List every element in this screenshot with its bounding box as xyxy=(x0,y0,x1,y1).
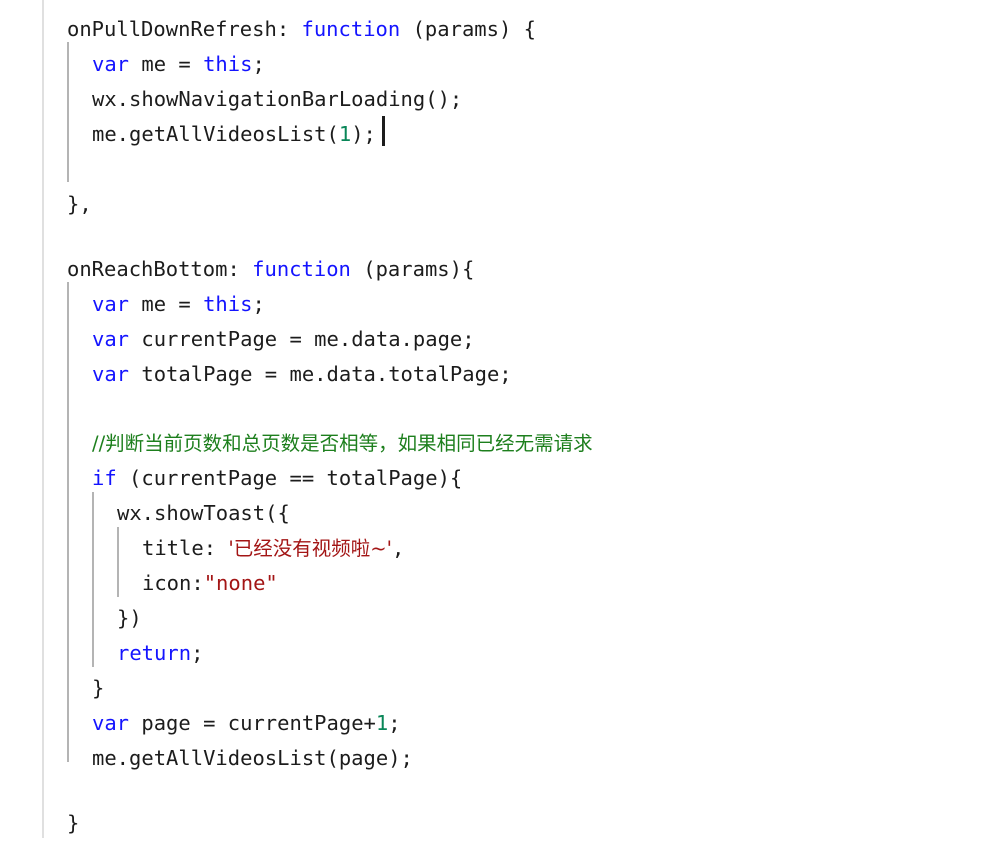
code-token-plain: (params){ xyxy=(350,257,475,281)
code-token-plain: } xyxy=(67,811,80,835)
indent-guide xyxy=(67,282,69,762)
gutter-rule xyxy=(42,0,44,838)
code-token-keyword: var xyxy=(92,292,130,316)
code-line[interactable]: var totalPage = me.data.totalPage; xyxy=(92,357,512,392)
text-caret xyxy=(382,116,385,146)
code-line[interactable]: }) xyxy=(117,601,142,636)
code-token-keyword: if xyxy=(92,466,117,490)
code-token-plain: ; xyxy=(252,52,265,76)
code-token-number: 1 xyxy=(338,122,352,146)
code-token-plain: me = xyxy=(129,292,204,316)
code-token-keyword: var xyxy=(92,711,130,735)
code-token-plain: wx.showNavigationBarLoading(); xyxy=(92,87,463,111)
code-token-keyword: function xyxy=(301,17,401,41)
code-line[interactable]: var page = currentPage+1; xyxy=(92,706,401,741)
indent-guide xyxy=(117,527,119,597)
code-token-plain: ; xyxy=(191,641,204,665)
code-line[interactable]: } xyxy=(67,806,79,841)
code-line[interactable]: onPullDownRefresh: function (params) { xyxy=(67,12,536,47)
code-token-plain: ); xyxy=(351,122,376,146)
code-token-keyword: var xyxy=(92,327,130,351)
code-line[interactable]: icon:"none" xyxy=(142,566,278,601)
indent-guide xyxy=(67,42,69,182)
code-token-plain: ; xyxy=(388,711,401,735)
code-line[interactable]: title: '已经没有视频啦~', xyxy=(142,531,404,566)
code-token-plain: } xyxy=(92,676,105,700)
code-line[interactable]: var currentPage = me.data.page; xyxy=(92,322,475,357)
code-token-keyword: return xyxy=(117,641,192,665)
code-token-plain: me.getAllVideosList(page); xyxy=(92,746,413,770)
code-token-plain: icon: xyxy=(142,571,204,595)
code-token-string: "none" xyxy=(203,571,278,595)
code-token-plain: title: xyxy=(142,536,229,560)
code-token-plain: me = xyxy=(129,52,204,76)
code-token-plain: wx.showToast({ xyxy=(117,501,290,525)
code-line[interactable]: var me = this; xyxy=(92,287,265,322)
code-token-plain: totalPage = me.data.totalPage; xyxy=(129,362,512,386)
code-line[interactable]: me.getAllVideosList(1); xyxy=(92,117,376,152)
code-token-keyword: var xyxy=(92,52,130,76)
code-token-keyword: this xyxy=(203,52,253,76)
code-token-plain: (params) { xyxy=(400,17,537,41)
code-line[interactable]: onReachBottom: function (params){ xyxy=(67,252,474,287)
code-line[interactable]: }, xyxy=(67,187,92,222)
code-line[interactable]: } xyxy=(92,671,104,706)
code-token-string: '已经没有视频啦~' xyxy=(228,537,392,560)
code-line[interactable]: return; xyxy=(117,636,203,671)
code-line[interactable]: wx.showNavigationBarLoading(); xyxy=(92,82,462,117)
code-token-plain: page = currentPage+ xyxy=(129,711,376,735)
code-token-plain: }, xyxy=(67,192,92,216)
code-editor-surface[interactable]: onPullDownRefresh: function (params) {va… xyxy=(0,0,1000,838)
indent-guide xyxy=(92,492,94,667)
code-token-plain: onPullDownRefresh: xyxy=(67,17,302,41)
code-token-plain: ; xyxy=(252,292,265,316)
code-token-comment: //判断当前页数和总页数是否相等，如果相同已经无需请求 xyxy=(92,432,593,455)
code-token-keyword: this xyxy=(203,292,253,316)
code-token-plain: (currentPage == totalPage){ xyxy=(116,466,463,490)
code-line[interactable]: //判断当前页数和总页数是否相等，如果相同已经无需请求 xyxy=(92,426,593,461)
code-line[interactable]: if (currentPage == totalPage){ xyxy=(92,461,462,496)
code-line[interactable]: wx.showToast({ xyxy=(117,496,290,531)
code-token-plain: }) xyxy=(117,606,142,630)
code-token-number: 1 xyxy=(375,711,389,735)
code-token-keyword: function xyxy=(252,257,351,281)
code-token-plain: currentPage = me.data.page; xyxy=(129,327,475,351)
code-token-plain: me.getAllVideosList( xyxy=(92,122,339,146)
code-token-keyword: var xyxy=(92,362,130,386)
code-line[interactable]: me.getAllVideosList(page); xyxy=(92,741,413,776)
code-token-plain: , xyxy=(391,536,405,560)
code-line[interactable]: var me = this; xyxy=(92,47,265,82)
code-token-plain: onReachBottom: xyxy=(67,257,253,281)
